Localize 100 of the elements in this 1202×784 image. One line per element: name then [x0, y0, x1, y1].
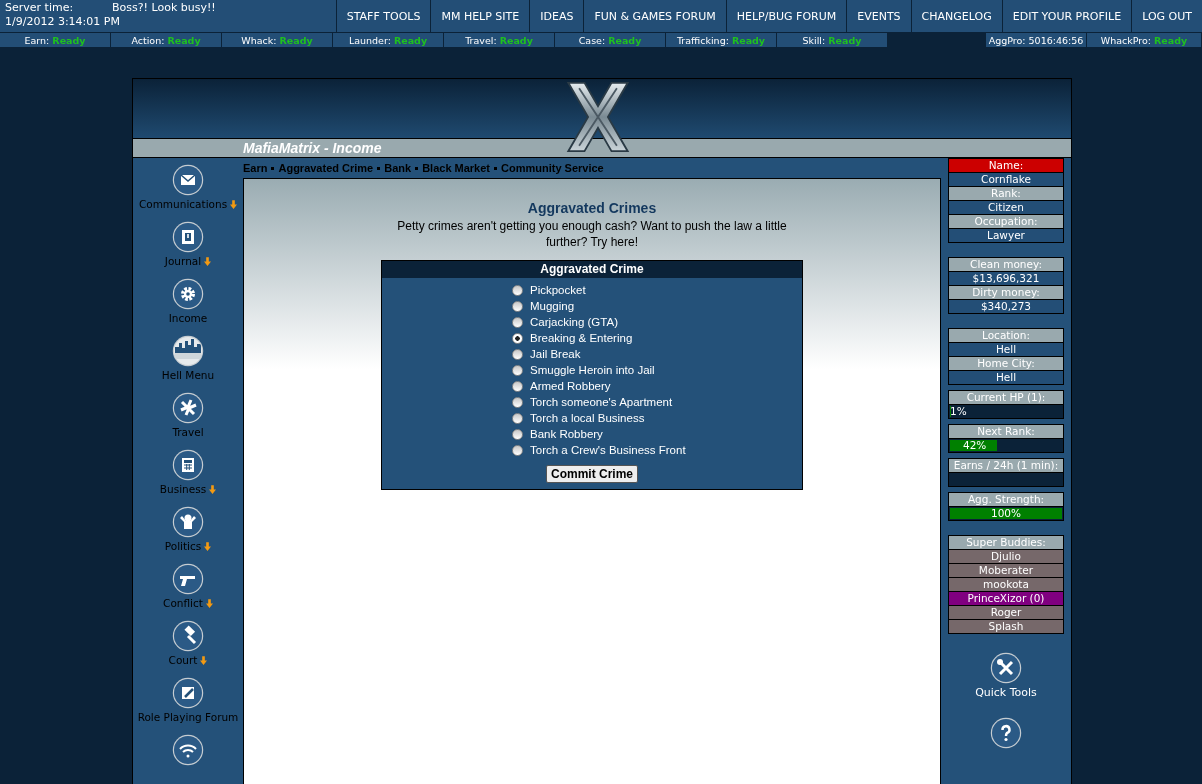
option-label[interactable]: Bank Robbery	[530, 428, 603, 440]
help-icon[interactable]	[990, 717, 1022, 749]
down-arrow-icon[interactable]	[200, 655, 208, 665]
timer-value: 5016:46:56	[1028, 35, 1084, 46]
stat-value: Hell	[949, 343, 1063, 357]
timer-label: Skill:	[802, 35, 826, 46]
buddy-link[interactable]: mookota	[949, 578, 1063, 592]
buddy-link[interactable]: Djulio	[949, 550, 1063, 564]
option-label[interactable]: Jail Break	[530, 348, 581, 360]
tool-link[interactable]: Quick Tools	[975, 686, 1037, 699]
menu-link[interactable]: EDIT YOUR PROFILE	[1001, 0, 1132, 32]
buddy-link[interactable]: PrinceXizor (0)	[949, 592, 1063, 606]
option-label[interactable]: Torch a local Business	[530, 412, 645, 424]
menu-link[interactable]: CHANGELOG	[910, 0, 1002, 32]
progress-text: 1%	[950, 405, 967, 418]
revolver-icon[interactable]	[172, 563, 204, 595]
server-time: 1/9/2012 3:14:01 PM	[5, 15, 121, 29]
server-message: Boss?! Look busy!!	[112, 1, 216, 15]
option-label[interactable]: Mugging	[530, 300, 575, 312]
timer-label: Action:	[131, 35, 165, 46]
edit-icon[interactable]	[172, 677, 204, 709]
option-label[interactable]: Smuggle Heroin into Jail	[530, 364, 655, 376]
timer-value: Ready	[499, 35, 533, 46]
gear-icon[interactable]	[172, 278, 204, 310]
envelope-icon[interactable]	[172, 164, 204, 196]
radio-button[interactable]	[512, 284, 523, 296]
person-icon[interactable]	[172, 506, 204, 538]
timer-value: Ready	[279, 35, 313, 46]
radio-button[interactable]	[512, 428, 523, 440]
menu-link[interactable]: EVENTS	[846, 0, 911, 32]
wifi-icon[interactable]	[172, 734, 204, 766]
stat-label: Rank:	[949, 187, 1063, 201]
timer-label: Whack:	[241, 35, 277, 46]
radio-button[interactable]	[512, 316, 523, 328]
menu-link[interactable]: STAFF TOOLS	[335, 0, 431, 32]
radio-button[interactable]	[512, 380, 523, 392]
radio-button[interactable]	[512, 444, 523, 456]
menu-link[interactable]: HELP/BUG FORUM	[725, 0, 847, 32]
timer-value: Ready	[393, 35, 428, 46]
stat-label: Agg. Strength:	[949, 493, 1063, 507]
logo-icon	[565, 81, 631, 153]
radio-button[interactable]	[512, 396, 523, 408]
skyline-icon[interactable]	[172, 335, 204, 367]
form-title: Aggravated Crime	[382, 261, 802, 278]
stat-value: $13,696,321	[949, 272, 1063, 286]
buddy-link[interactable]: Moberater	[949, 564, 1063, 578]
timer-value: Ready	[828, 35, 862, 46]
journal-icon[interactable]	[172, 221, 204, 253]
page-title: MafiaMatrix - Income	[243, 140, 382, 156]
progress-text: 42%	[963, 439, 987, 452]
down-arrow-icon[interactable]	[209, 484, 217, 494]
option-label[interactable]: Breaking & Entering	[530, 332, 633, 344]
stat-label: Current HP (1):	[949, 391, 1063, 405]
stat-label: Next Rank:	[949, 425, 1063, 439]
down-arrow-icon[interactable]	[204, 541, 212, 551]
down-arrow-icon[interactable]	[205, 598, 213, 608]
stat-value: Citizen	[949, 201, 1063, 215]
menu-link[interactable]: MM HELP SITE	[430, 0, 530, 32]
stat-label: Location:	[949, 329, 1063, 343]
timer-value: Ready	[608, 35, 642, 46]
down-arrow-icon[interactable]	[230, 199, 238, 209]
server-time-label: Server time:	[5, 1, 75, 15]
menu-link[interactable]: FUN & GAMES FORUM	[583, 0, 726, 32]
buddy-link[interactable]: Roger	[949, 606, 1063, 620]
timer-value: Ready	[731, 35, 766, 46]
radio-button[interactable]	[512, 348, 523, 360]
radio-button[interactable]	[512, 300, 523, 312]
timer-label: WhackPro:	[1100, 35, 1151, 46]
stat-value: Cornflake	[949, 173, 1063, 187]
tools-icon[interactable]	[990, 652, 1022, 684]
calculator-icon[interactable]	[172, 449, 204, 481]
radio-button[interactable]	[512, 364, 523, 376]
radio-button[interactable]	[512, 332, 523, 344]
stat-label: Home City:	[949, 357, 1063, 371]
stat-label: Occupation:	[949, 215, 1063, 229]
hammer-icon[interactable]	[172, 620, 204, 652]
option-label[interactable]: Torch a Crew's Business Front	[530, 444, 686, 456]
stat-label: Super Buddies:	[949, 536, 1063, 550]
menu-link[interactable]: LOG OUT	[1131, 0, 1202, 32]
timer-value: Ready	[1154, 35, 1188, 46]
menu-link[interactable]: IDEAS	[529, 0, 584, 32]
timer-label: AggPro:	[988, 35, 1026, 46]
stat-label: Dirty money:	[949, 286, 1063, 300]
intro-text: Petty crimes aren't getting you enough cash? Want to push the law a little further? Try here!	[396, 218, 788, 250]
option-label[interactable]: Carjacking (GTA)	[530, 316, 618, 328]
progress-text: 100%	[990, 507, 1022, 520]
buddy-link[interactable]: Splash	[949, 620, 1063, 633]
commit-button[interactable]: Commit Crime	[546, 465, 638, 483]
section-heading: Aggravated Crimes	[527, 200, 657, 216]
option-label[interactable]: Torch someone's Apartment	[530, 396, 673, 408]
timer-label: Case:	[578, 35, 606, 46]
option-label[interactable]: Pickpocket	[530, 284, 586, 296]
stat-label: Clean money:	[949, 258, 1063, 272]
stat-label: Name:	[949, 159, 1063, 173]
radio-button[interactable]	[512, 412, 523, 424]
option-label[interactable]: Armed Robbery	[530, 380, 611, 392]
down-arrow-icon[interactable]	[204, 256, 212, 266]
stat-label: Earns / 24h (1 min):	[949, 459, 1063, 473]
timer-label: Earn:	[24, 35, 50, 46]
timer-value: Ready	[167, 35, 201, 46]
